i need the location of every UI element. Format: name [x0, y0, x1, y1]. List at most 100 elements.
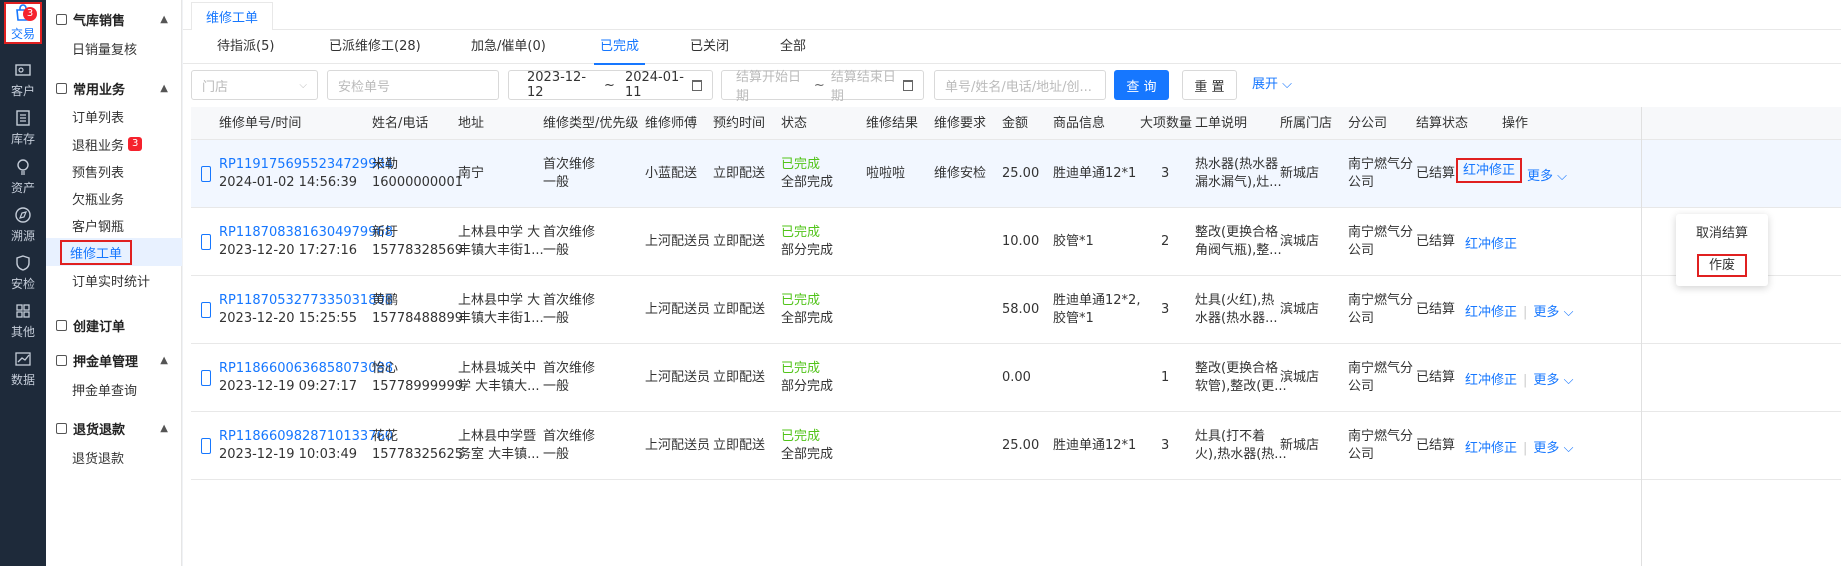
option-label: 作废 — [1696, 254, 1747, 277]
date-range-picker[interactable]: 2023-12-12 ~ 2024-01-11 — [508, 70, 713, 100]
rail-label: 客户 — [10, 84, 35, 98]
menu-group-refund[interactable]: 退货退款 ▲ — [46, 413, 182, 443]
menu-item-deposit-query[interactable]: 押金单查询 — [46, 375, 182, 403]
order-no-link[interactable]: RP1187053277335031808 — [219, 292, 393, 310]
keyword-input[interactable]: 单号/姓名/电话/地址/创... — [934, 70, 1106, 100]
priority: 一般 — [543, 311, 570, 326]
table-row[interactable]: RP1187083816304979968 2023-12-20 17:27:1… — [191, 208, 1841, 276]
col-qty: 大项数量 — [1140, 116, 1193, 131]
more-link[interactable]: 更多 ⌵ — [1533, 305, 1573, 320]
tab-dispatched[interactable]: 已派维修工(28) — [329, 30, 421, 64]
red-reverse-fix-link[interactable]: 红冲修正 — [1465, 233, 1517, 252]
date-start: 2023-12-12 — [527, 70, 587, 100]
rail-item-data[interactable]: 数据 — [0, 344, 46, 394]
description: 角阀气瓶),整... — [1195, 243, 1282, 258]
cancel-settlement-option[interactable]: 取消结算 — [1676, 220, 1768, 248]
store: 滨城店 — [1280, 302, 1320, 317]
col-order-no: 维修单号/时间 — [219, 116, 302, 131]
worker: 上河配送员 — [645, 234, 711, 249]
store: 滨城店 — [1280, 234, 1320, 249]
rail-item-other[interactable]: 其他 — [0, 296, 46, 346]
chevron-down-icon: ⌵ — [1563, 441, 1574, 456]
col-repair-type: 维修类型/优先级 — [543, 116, 639, 131]
repair-type: 首次维修 — [543, 225, 596, 240]
menu-group-gas-sales[interactable]: 气库销售 ▲ — [46, 4, 182, 34]
red-reverse-fix-link[interactable]: 红冲修正 — [1465, 305, 1517, 320]
rail-item-trade[interactable]: 交易 3 — [4, 2, 42, 44]
more-actions-dropdown: 取消结算 作废 — [1676, 214, 1768, 286]
rail-item-assets[interactable]: 资产 — [0, 152, 46, 202]
chevron-up-icon: ▲ — [160, 82, 168, 94]
document-icon — [56, 13, 67, 25]
menu-group-deposit[interactable]: 押金单管理 ▲ — [46, 345, 182, 375]
more-link[interactable]: 更多 ⌵ — [1533, 373, 1573, 388]
store: 新城店 — [1280, 166, 1320, 181]
mobile-icon — [201, 302, 211, 318]
tab-pending[interactable]: 待指派(5) — [217, 30, 274, 64]
query-button[interactable]: 查 询 — [1114, 70, 1169, 100]
inspection-no-input[interactable]: 安检单号 — [327, 70, 499, 100]
menu-item-orders[interactable]: 订单列表 — [46, 102, 182, 130]
col-description: 工单说明 — [1195, 116, 1248, 131]
table-row[interactable]: RP1187053277335031808 2023-12-20 15:25:5… — [191, 276, 1841, 344]
menu-item-rent-return[interactable]: 退租业务 3 — [46, 130, 182, 158]
more-link[interactable]: 更多 ⌵ — [1527, 165, 1567, 184]
void-option[interactable]: 作废 — [1676, 252, 1768, 280]
menu-item-customer-cylinder[interactable]: 客户钢瓶 — [46, 211, 182, 239]
sub-status: 全部完成 — [781, 311, 834, 326]
red-reverse-fix-link[interactable]: 红冲修正 — [1465, 441, 1517, 456]
rail-item-inventory[interactable]: 库存 — [0, 103, 46, 153]
rail-item-safety[interactable]: 安检 — [0, 248, 46, 298]
tab-completed[interactable]: 已完成 — [593, 30, 646, 65]
reset-button[interactable]: 重 置 — [1182, 70, 1237, 100]
option-label: 取消结算 — [1695, 226, 1748, 241]
order-no-link[interactable]: RP1191756955234729984 — [219, 156, 393, 174]
order-no-link[interactable]: RP1186609828710133760 — [219, 428, 393, 446]
menu-group-common[interactable]: 常用业务 ▲ — [46, 73, 182, 103]
more-link[interactable]: 更多 ⌵ — [1533, 441, 1573, 456]
table-row[interactable]: RP1186600636858073088 2023-12-19 09:27:1… — [191, 344, 1841, 412]
menu-item-presale[interactable]: 预售列表 — [46, 157, 182, 185]
tab-all[interactable]: 全部 — [780, 30, 806, 64]
branch: 公司 — [1348, 311, 1375, 326]
menu-item-label: 欠瓶业务 — [72, 192, 125, 208]
branch: 公司 — [1348, 379, 1375, 394]
menu-item-refund[interactable]: 退货退款 — [46, 443, 182, 471]
expand-label: 展开 — [1252, 77, 1279, 92]
order-no-link[interactable]: RP1187083816304979968 — [219, 224, 393, 242]
deposit-icon — [56, 354, 67, 366]
table-row[interactable]: RP1186609828710133760 2023-12-19 10:03:4… — [191, 412, 1841, 480]
tab-urgent[interactable]: 加急/催单(0) — [471, 30, 546, 64]
order-no-link[interactable]: RP1186600636858073088 — [219, 360, 393, 378]
store: 新城店 — [1280, 438, 1320, 453]
mobile-icon — [201, 438, 211, 454]
col-name-phone: 姓名/电话 — [372, 116, 429, 131]
table-row[interactable]: RP1191756955234729984 2024-01-02 14:56:3… — [191, 140, 1841, 208]
tab-closed[interactable]: 已关闭 — [690, 30, 729, 64]
shield-icon — [16, 255, 30, 271]
rail-label: 溯源 — [10, 229, 35, 243]
menu-item-realtime-stats[interactable]: 订单实时统计 — [46, 266, 182, 294]
branch: 南宁燃气分 — [1348, 157, 1414, 172]
rail-item-customer[interactable]: 客户 — [0, 55, 46, 105]
menu-item-owed-bottle[interactable]: 欠瓶业务 — [46, 184, 182, 212]
red-reverse-fix-link[interactable]: 红冲修正 — [1465, 373, 1517, 388]
status-tabs: 待指派(5) 已派维修工(28) 加急/催单(0) 已完成 已关闭 全部 — [183, 30, 1841, 65]
red-reverse-fix-link[interactable]: 红冲修正 — [1456, 158, 1523, 183]
branch: 公司 — [1348, 175, 1375, 190]
page-tab-repair-order[interactable]: 维修工单 — [191, 2, 274, 30]
expand-toggle[interactable]: 展开 ⌵ — [1252, 70, 1292, 100]
menu-group-label: 创建订单 — [73, 319, 126, 335]
inspection-no-placeholder: 安检单号 — [338, 79, 391, 95]
order-time: 2023-12-19 09:27:17 — [219, 379, 358, 394]
order-time: 2023-12-19 10:03:49 — [219, 447, 358, 462]
store-select[interactable]: 门店 ⌵ — [191, 70, 318, 100]
menu-item-repair-order[interactable]: 维修工单 — [46, 238, 182, 266]
menu-group-label: 气库销售 — [73, 13, 126, 29]
rail-item-trace[interactable]: 溯源 — [0, 200, 46, 250]
settle-date-picker[interactable]: 结算开始日期 ~ 结算结束日期 — [721, 70, 924, 104]
address: 丰镇大丰街1... — [458, 243, 544, 258]
more-label: 更多 — [1533, 441, 1560, 456]
menu-item-daily-review[interactable]: 日销量复核 — [46, 34, 182, 62]
menu-group-create-order[interactable]: 创建订单 — [46, 310, 182, 340]
